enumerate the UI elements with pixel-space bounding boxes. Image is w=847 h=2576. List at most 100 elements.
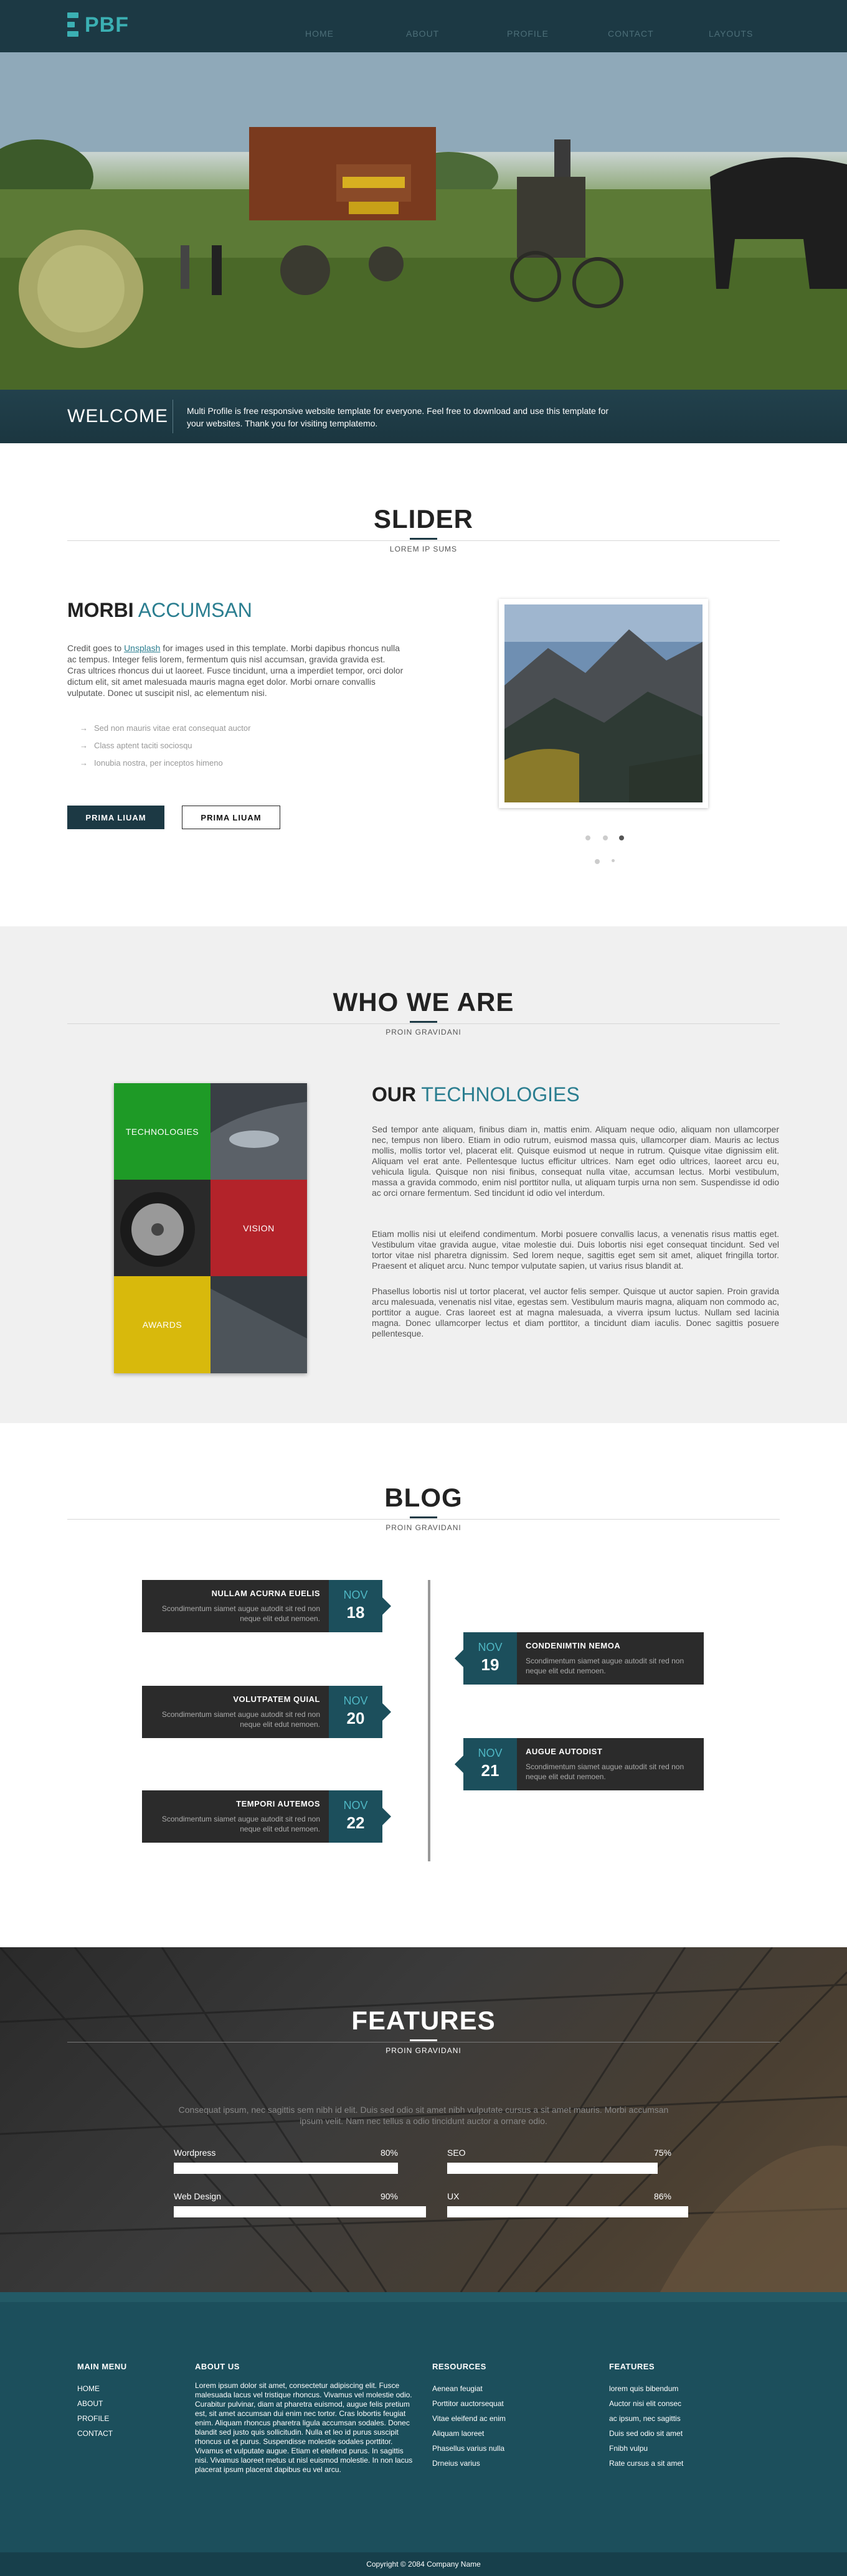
- unsplash-link[interactable]: Unsplash: [124, 643, 160, 653]
- post-date: NOV 22: [329, 1790, 382, 1843]
- title-underline: [410, 1516, 437, 1518]
- slider-section-title: SLIDER LOREM IP SUMS: [0, 504, 847, 553]
- slider-title: SLIDER: [373, 504, 473, 534]
- slider-dot[interactable]: [603, 835, 608, 840]
- pointer-arrow: [382, 1703, 391, 1721]
- post-title[interactable]: CONDENIMTIN NEMOA: [526, 1641, 620, 1650]
- blog-post[interactable]: NOV 19 CONDENIMTIN NEMOA Scondimentum sia…: [463, 1632, 704, 1685]
- slider-photo: [499, 599, 708, 808]
- who-paragraph-1: Sed tempor ante aliquam, finibus diam in…: [372, 1124, 779, 1198]
- skill-bar: [174, 2163, 398, 2174]
- footer-link-contact[interactable]: CONTACT: [77, 2426, 177, 2441]
- footer-top-strip: [0, 2292, 847, 2302]
- nav-profile[interactable]: PROFILE: [507, 29, 608, 39]
- footer-link-profile[interactable]: PROFILE: [77, 2411, 177, 2426]
- logo[interactable]: PBF: [67, 11, 129, 39]
- list-item: → Class aptent taciti sociosqu: [80, 741, 250, 758]
- slider-dot[interactable]: [585, 835, 590, 840]
- skill-percent: 90%: [380, 2191, 398, 2201]
- footer-link[interactable]: lorem quis bibendum: [609, 2381, 759, 2396]
- who-paragraph-2: Etiam mollis nisi ut eleifend condimentu…: [372, 1229, 779, 1271]
- main-nav: HOME ABOUT PROFILE CONTACT LAYOUTS: [305, 29, 810, 39]
- slider-dot[interactable]: [612, 859, 615, 862]
- logo-icon: [67, 12, 78, 37]
- title-underline: [410, 2039, 437, 2041]
- post-title[interactable]: AUGUE AUTODIST: [526, 1747, 602, 1756]
- footer-link[interactable]: Drneius varius: [432, 2456, 582, 2471]
- welcome-bar: WELCOME Multi Profile is free responsive…: [0, 390, 847, 443]
- title-divider: [67, 1519, 780, 1520]
- blog-post[interactable]: NULLAM ACURNA EUELIS Scondimentum siamet…: [142, 1580, 382, 1632]
- features-title: FEATURES: [351, 2006, 496, 2035]
- post-date: NOV 21: [463, 1738, 517, 1790]
- footer-heading: RESOURCES: [432, 2362, 486, 2371]
- footer-link[interactable]: Duis sed odio sit amet: [609, 2426, 759, 2441]
- hero-image: [0, 52, 847, 390]
- post-title[interactable]: VOLUTPATEM QUIAL: [233, 1695, 320, 1704]
- footer-link[interactable]: Aliquam laoreet: [432, 2426, 582, 2441]
- slider-dot-active[interactable]: [619, 835, 624, 840]
- blog-post[interactable]: NOV 21 AUGUE AUTODIST Scondimentum siamet…: [463, 1738, 704, 1790]
- skill-percent: 86%: [653, 2191, 671, 2201]
- tile-vision[interactable]: VISION: [211, 1180, 307, 1276]
- footer-link[interactable]: Rate cursus a sit amet: [609, 2456, 759, 2471]
- footer-link[interactable]: Vitae eleifend ac enim: [432, 2411, 582, 2426]
- footer-link-about[interactable]: ABOUT: [77, 2396, 177, 2411]
- tile-awards[interactable]: AWARDS: [114, 1276, 211, 1373]
- footer-link[interactable]: Phasellus varius nulla: [432, 2441, 582, 2456]
- copyright-bar: Copyright © 2084 Company Name: [0, 2552, 847, 2576]
- footer-main-menu: MAIN MENU HOME ABOUT PROFILE CONTACT: [77, 2362, 177, 2441]
- site-header: PBF HOME ABOUT PROFILE CONTACT LAYOUTS: [0, 0, 847, 52]
- footer-link[interactable]: Fnibh vulpu: [609, 2441, 759, 2456]
- pointer-arrow: [382, 1808, 391, 1825]
- nav-contact[interactable]: CONTACT: [608, 29, 709, 39]
- heading-light: ACCUMSAN: [138, 599, 252, 621]
- post-date: NOV 19: [463, 1632, 517, 1685]
- post-title[interactable]: NULLAM ACURNA EUELIS: [212, 1589, 320, 1598]
- post-title[interactable]: TEMPORI AUTEMOS: [236, 1799, 320, 1808]
- skill-bar: [447, 2163, 658, 2174]
- primary-button[interactable]: PRIMA LIUAM: [67, 806, 164, 829]
- post-date: NOV 18: [329, 1580, 382, 1632]
- blog-section-title: BLOG PROIN GRAVIDANI: [0, 1483, 847, 1532]
- features-intro: Consequat ipsum, nec sagittis sem nibh i…: [178, 2105, 669, 2126]
- blog-subtitle: PROIN GRAVIDANI: [386, 1523, 461, 1532]
- footer-link[interactable]: Auctor nisi elit consec: [609, 2396, 759, 2411]
- footer-link-home[interactable]: HOME: [77, 2381, 177, 2396]
- nav-home[interactable]: HOME: [305, 29, 406, 39]
- mountain-image: [504, 604, 703, 802]
- footer-about-text: Lorem ipsum dolor sit amet, consectetur …: [195, 2381, 413, 2474]
- skill-name: Wordpress: [174, 2148, 216, 2158]
- slider-paragraph: Credit goes to Unsplash for images used …: [67, 642, 404, 698]
- footer-heading: FEATURES: [609, 2362, 655, 2371]
- slider-dot[interactable]: [595, 859, 600, 864]
- nav-layouts[interactable]: LAYOUTS: [709, 29, 810, 39]
- blog-post[interactable]: VOLUTPATEM QUIAL Scondimentum siamet aug…: [142, 1686, 382, 1738]
- footer-features: FEATURES lorem quis bibendum Auctor nisi…: [609, 2362, 759, 2471]
- pointer-arrow: [455, 1650, 463, 1667]
- skill-percent: 80%: [380, 2148, 398, 2158]
- welcome-text: Multi Profile is free responsive website…: [187, 406, 609, 428]
- title-underline: [410, 538, 437, 540]
- post-desc: Scondimentum siamet augue autodit sit re…: [161, 1815, 320, 1833]
- tiles-grid: TECHNOLOGIES VISION AWARDS: [114, 1083, 307, 1373]
- who-paragraph-3: Phasellus lobortis nisl ut tortor placer…: [372, 1286, 779, 1338]
- skill-bar: [447, 2206, 688, 2217]
- site-footer: MAIN MENU HOME ABOUT PROFILE CONTACT ABO…: [0, 2292, 847, 2576]
- tile-technologies[interactable]: TECHNOLOGIES: [114, 1083, 211, 1180]
- post-desc: Scondimentum siamet augue autodit sit re…: [526, 1762, 684, 1781]
- footer-heading: MAIN MENU: [77, 2362, 127, 2371]
- secondary-button[interactable]: PRIMA LIUAM: [182, 806, 280, 829]
- skill-name: SEO: [447, 2148, 466, 2158]
- post-date: NOV 20: [329, 1686, 382, 1738]
- heading-light: TECHNOLOGIES: [421, 1083, 580, 1106]
- blog-post[interactable]: TEMPORI AUTEMOS Scondimentum siamet augu…: [142, 1790, 382, 1843]
- who-title: WHO WE ARE: [333, 987, 514, 1017]
- skill-bar: [174, 2206, 426, 2217]
- footer-link[interactable]: ac ipsum, nec sagittis: [609, 2411, 759, 2426]
- footer-about: ABOUT US Lorem ipsum dolor sit amet, con…: [195, 2362, 414, 2475]
- footer-link[interactable]: Aenean feugiat: [432, 2381, 582, 2396]
- footer-link[interactable]: Porttitor auctorsequat: [432, 2396, 582, 2411]
- nav-about[interactable]: ABOUT: [406, 29, 507, 39]
- wheel-image: [114, 1180, 211, 1276]
